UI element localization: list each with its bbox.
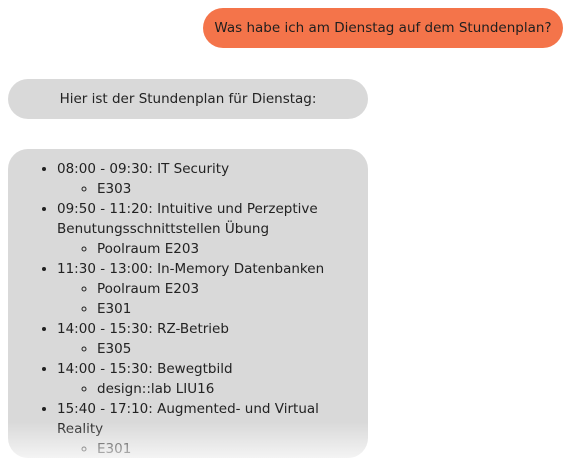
room-item: Poolraum E203 [97, 279, 354, 299]
room-list: E301 [57, 439, 354, 459]
room-item: E301 [97, 299, 354, 319]
room-list: Poolraum E203 E301 [57, 279, 354, 319]
schedule-bubble: 08:00 - 09:30: IT Security E303 09:50 - … [8, 149, 368, 458]
room-item: E305 [97, 339, 354, 359]
room-list: design::lab LIU16 [57, 379, 354, 399]
user-message-text: Was habe ich am Dienstag auf dem Stunden… [214, 20, 552, 36]
room-list: E305 [57, 339, 354, 359]
schedule-entry-label: 11:30 - 13:00: In-Memory Datenbanken [57, 261, 325, 277]
room-item: design::lab LIU16 [97, 379, 354, 399]
room-item: E301 [97, 439, 354, 459]
bot-intro-text: Hier ist der Stundenplan für Dienstag: [59, 91, 317, 107]
schedule-entry-label: 14:00 - 15:30: Bewegtbild [57, 361, 233, 377]
schedule-entry: 08:00 - 09:30: IT Security E303 [57, 159, 354, 199]
schedule-list: 08:00 - 09:30: IT Security E303 09:50 - … [8, 159, 354, 459]
room-item: E303 [97, 179, 354, 199]
schedule-entry: 15:40 - 17:10: Augmented- und Virtual Re… [57, 399, 354, 459]
schedule-entry-label: 15:40 - 17:10: Augmented- und Virtual Re… [57, 401, 319, 437]
schedule-entry: 14:00 - 15:30: RZ-Betrieb E305 [57, 319, 354, 359]
schedule-entry: 14:00 - 15:30: Bewegtbild design::lab LI… [57, 359, 354, 399]
schedule-entry: 11:30 - 13:00: In-Memory Datenbanken Poo… [57, 259, 354, 319]
schedule-entry-label: 09:50 - 11:20: Intuitive und Perzeptive … [57, 201, 318, 237]
bot-intro-bubble: Hier ist der Stundenplan für Dienstag: [8, 79, 368, 119]
room-list: E303 [57, 179, 354, 199]
schedule-entry: 09:50 - 11:20: Intuitive und Perzeptive … [57, 199, 354, 259]
room-item: Poolraum E203 [97, 239, 354, 259]
room-list: Poolraum E203 [57, 239, 354, 259]
schedule-entry-label: 14:00 - 15:30: RZ-Betrieb [57, 321, 229, 337]
schedule-entry-label: 08:00 - 09:30: IT Security [57, 161, 230, 177]
user-message-bubble: Was habe ich am Dienstag auf dem Stunden… [203, 8, 563, 48]
